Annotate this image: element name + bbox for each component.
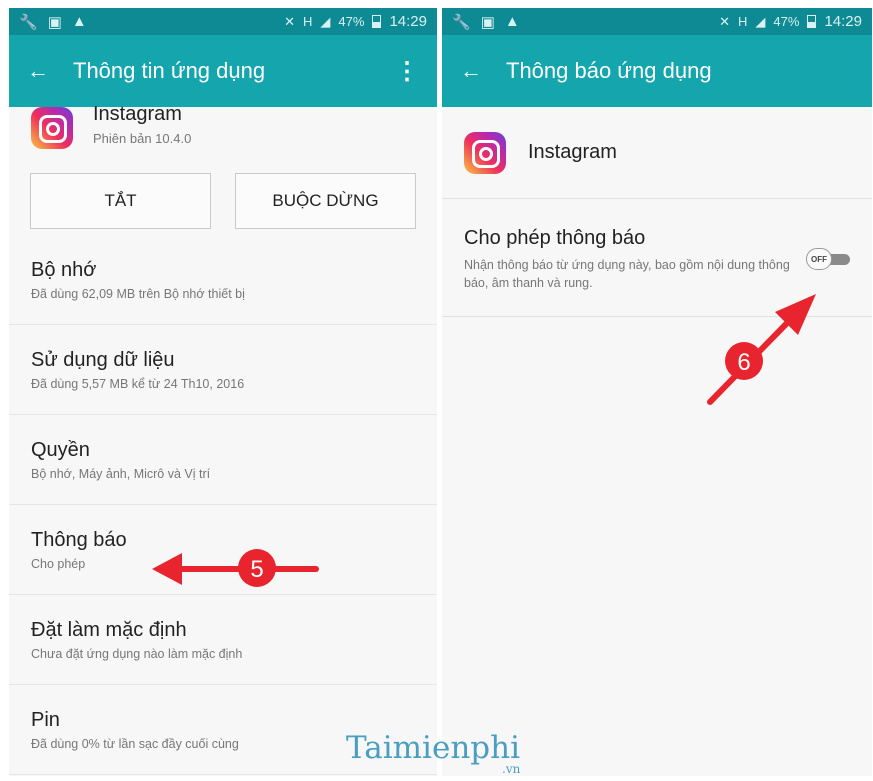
battery-percent: 47% (773, 14, 800, 29)
clock: 14:29 (389, 13, 427, 30)
network-type: H (303, 14, 313, 29)
app-header: Instagram (442, 107, 872, 199)
item-subtitle: Cho phép (31, 556, 86, 571)
app-notifications-screen: 🔧 ▣ ▲ ✕ H ◢ 47% 14:29 ← Thông báo ứng dụ… (442, 8, 872, 776)
battery-icon (372, 15, 382, 28)
app-bar: ← Thông báo ứng dụng (442, 35, 872, 107)
instagram-icon (31, 107, 73, 149)
mute-icon: ✕ (719, 13, 731, 29)
toggle-state-label: OFF (806, 248, 832, 270)
allow-notifications-setting[interactable]: Cho phép thông báo Nhận thông báo từ ứng… (442, 199, 872, 317)
more-options-icon[interactable]: ⋮ (395, 57, 419, 86)
disable-button[interactable]: TẮT (30, 173, 211, 229)
storage-item[interactable]: Bộ nhớ Đã dùng 62,09 MB trên Bộ nhớ thiế… (9, 235, 437, 325)
app-info-screen: 🔧 ▣ ▲ ✕ H ◢ 47% 14:29 ← Thông tin ứng dụ… (9, 8, 437, 776)
warning-icon: ▲ (504, 12, 520, 30)
screenshot-icon: ▣ (47, 13, 62, 31)
item-title: Sử dụng dữ liệu (31, 348, 175, 371)
item-title: Pin (31, 708, 60, 731)
app-bar: ← Thông tin ứng dụng ⋮ (9, 35, 437, 107)
warning-icon: ▲ (71, 12, 87, 30)
back-arrow-icon[interactable]: ← (27, 58, 49, 84)
signal-icon: ◢ (320, 13, 331, 29)
setting-title: Cho phép thông báo (464, 227, 646, 249)
battery-percent: 47% (338, 14, 365, 29)
permissions-item[interactable]: Quyền Bộ nhớ, Máy ảnh, Micrô và Vị trí (9, 415, 437, 505)
back-arrow-icon[interactable]: ← (460, 58, 482, 84)
screenshot-icon: ▣ (480, 13, 495, 31)
mute-icon: ✕ (284, 13, 296, 29)
instagram-icon (464, 131, 506, 174)
item-title: Bộ nhớ (31, 258, 97, 281)
app-version: Phiên bản 10.4.0 (93, 131, 192, 146)
network-type: H (738, 14, 748, 29)
set-as-default-item[interactable]: Đặt làm mặc định Chưa đặt ứng dụng nào l… (9, 595, 437, 685)
status-bar: 🔧 ▣ ▲ ✕ H ◢ 47% 14:29 (442, 8, 872, 35)
setting-description: Nhận thông báo từ ứng dụng này, bao gồm … (464, 258, 790, 290)
watermark-logo: Taimienphi (346, 730, 521, 766)
force-stop-button[interactable]: BUỘC DỪNG (235, 173, 416, 229)
item-subtitle: Bộ nhớ, Máy ảnh, Micrô và Vị trí (31, 466, 211, 481)
item-subtitle: Chưa đặt ứng dụng nào làm mặc định (31, 646, 243, 661)
page-title: Thông tin ứng dụng (73, 58, 266, 83)
allow-notifications-toggle[interactable]: OFF (806, 248, 850, 270)
item-title: Quyền (31, 438, 90, 461)
item-title: Thông báo (31, 528, 127, 551)
page-title: Thông báo ứng dụng (506, 58, 712, 83)
action-buttons: TẮT BUỘC DỪNG (9, 173, 437, 229)
notifications-item[interactable]: Thông báo Cho phép (9, 505, 437, 595)
app-name: Instagram (93, 103, 182, 125)
item-title: Đặt làm mặc định (31, 618, 187, 641)
item-subtitle: Đã dùng 5,57 MB kể từ 24 Th10, 2016 (31, 376, 245, 391)
watermark-tld: .vn (502, 762, 521, 776)
app-name: Instagram (528, 141, 617, 163)
status-bar: 🔧 ▣ ▲ ✕ H ◢ 47% 14:29 (9, 8, 437, 35)
signal-icon: ◢ (755, 13, 766, 29)
data-usage-item[interactable]: Sử dụng dữ liệu Đã dùng 5,57 MB kể từ 24… (9, 325, 437, 415)
wrench-icon: 🔧 (452, 13, 471, 31)
item-subtitle: Đã dùng 62,09 MB trên Bộ nhớ thiết bị (31, 286, 245, 301)
wrench-icon: 🔧 (19, 13, 38, 31)
battery-icon (807, 15, 817, 28)
app-header: Instagram Phiên bản 10.4.0 (9, 103, 437, 173)
clock: 14:29 (824, 13, 862, 30)
